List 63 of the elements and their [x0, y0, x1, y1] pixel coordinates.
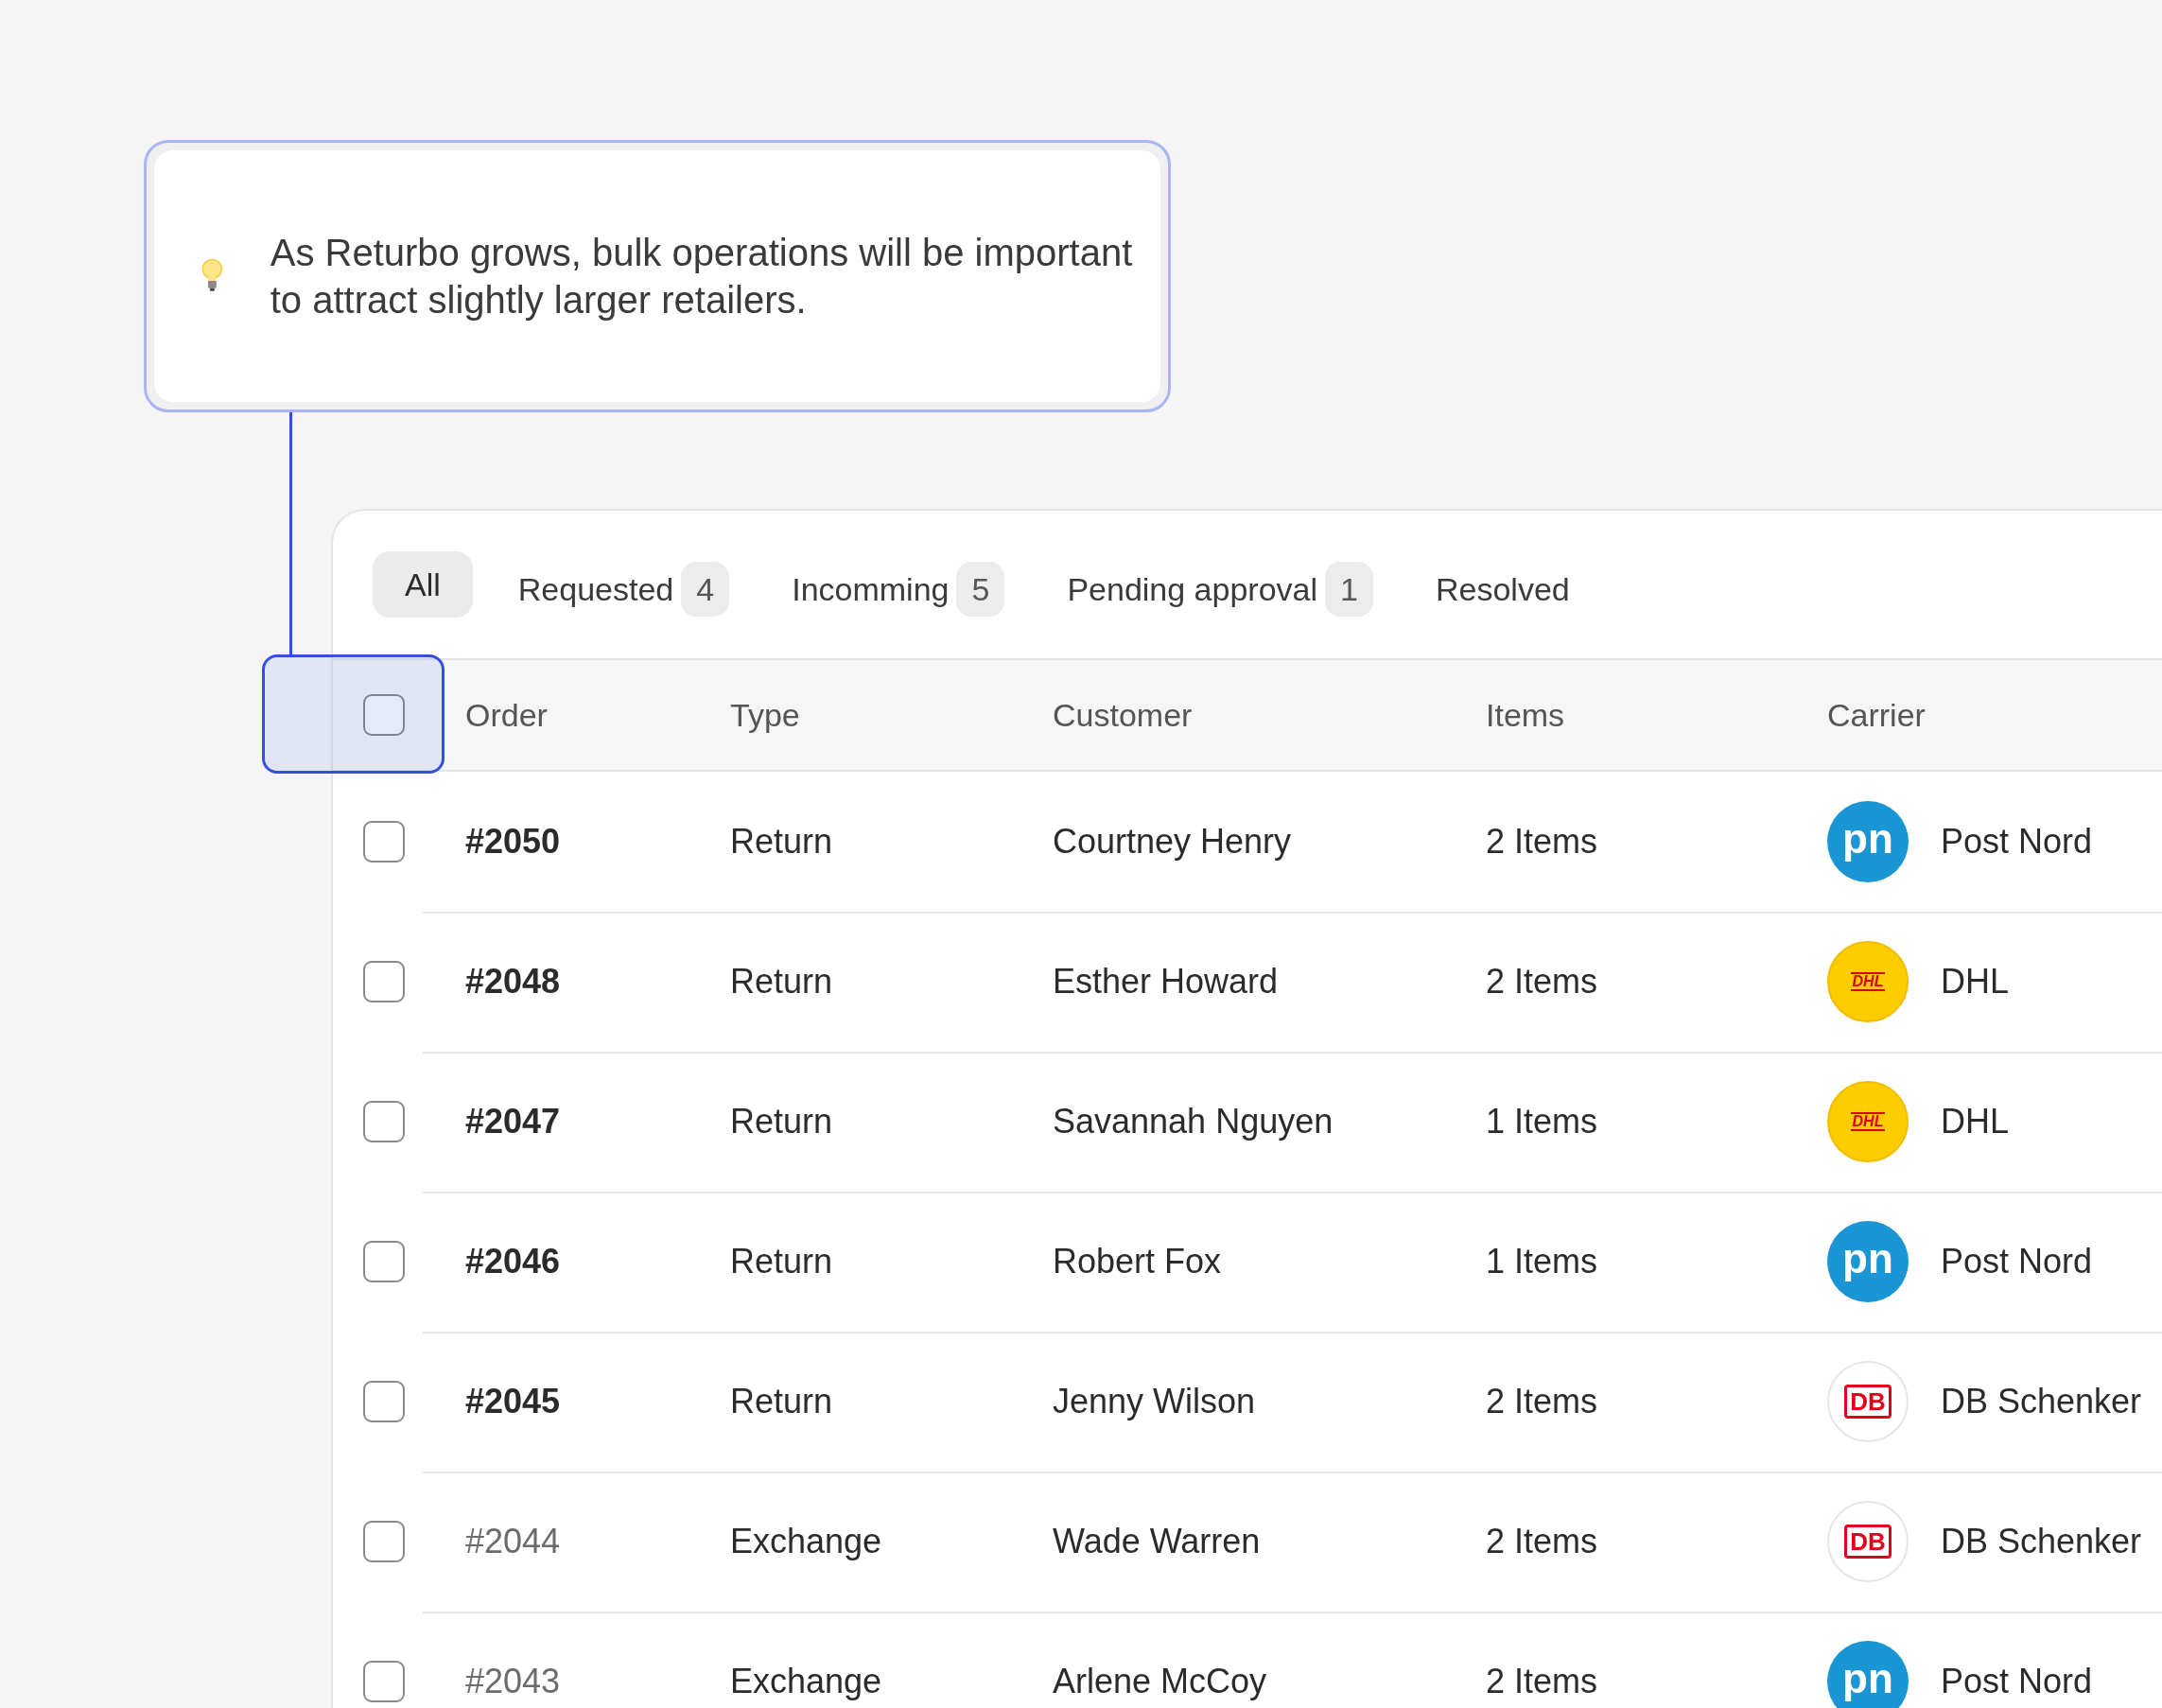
- order-number: #2043: [465, 1661, 561, 1702]
- checkbox[interactable]: [363, 961, 405, 1002]
- carrier-logo: DHL: [1827, 1081, 1909, 1162]
- carrier-name: DB Schenker: [1941, 1381, 2142, 1422]
- table-cell-text: Return: [730, 821, 833, 863]
- carrier-logo: pn: [1827, 1221, 1909, 1302]
- table-cell-text: Courtney Henry: [1053, 821, 1292, 863]
- table-cell-text: Exchange: [730, 1521, 882, 1562]
- filter-tab[interactable]: All: [373, 551, 473, 618]
- carrier-logo: DB: [1827, 1361, 1909, 1442]
- table-cell-text: Arlene McCoy: [1053, 1661, 1267, 1702]
- carrier-name: Post Nord: [1941, 1661, 2093, 1702]
- count-badge: 4: [681, 562, 730, 617]
- table-cell-text: Savannah Nguyen: [1053, 1101, 1334, 1142]
- count-badge: 1: [1325, 562, 1373, 617]
- checkbox[interactable]: [363, 1661, 405, 1702]
- filter-tab[interactable]: Incomming 5: [775, 556, 1022, 622]
- column-header: Order: [465, 695, 548, 735]
- table-cell-text: Wade Warren: [1053, 1521, 1261, 1562]
- callout-text: As Returbo grows, bulk operations will be important to attract slightly larger retailers.: [270, 231, 1134, 322]
- checkbox[interactable]: [363, 1101, 405, 1142]
- column-header: Carrier: [1827, 695, 1926, 735]
- table-cell-text: 2 Items: [1486, 821, 1598, 863]
- order-number: #2047: [465, 1101, 561, 1142]
- carrier-name: Post Nord: [1941, 1241, 2093, 1282]
- order-number: #2050: [465, 821, 561, 863]
- carrier-logo: pn: [1827, 1641, 1909, 1708]
- checkbox[interactable]: [363, 1381, 405, 1422]
- carrier-logo: pn: [1827, 801, 1909, 882]
- order-number: #2045: [465, 1381, 561, 1422]
- table-cell-text: Return: [730, 1241, 833, 1282]
- table-cell-text: 2 Items: [1486, 1661, 1598, 1702]
- table-cell-text: Return: [730, 961, 833, 1002]
- table-cell-text: 1 Items: [1486, 1101, 1598, 1142]
- table-cell-text: Robert Fox: [1053, 1241, 1222, 1282]
- order-number: #2044: [465, 1521, 561, 1562]
- table-cell-text: 2 Items: [1486, 1381, 1598, 1422]
- table-cell-text: 1 Items: [1486, 1241, 1598, 1282]
- carrier-name: DB Schenker: [1941, 1521, 2142, 1562]
- table-cell-text: Return: [730, 1381, 833, 1422]
- order-number: #2046: [465, 1241, 561, 1282]
- table-cell-text: Return: [730, 1101, 833, 1142]
- column-header: Type: [730, 695, 800, 735]
- table-cell-text: Jenny Wilson: [1053, 1381, 1256, 1422]
- carrier-logo: DHL: [1827, 941, 1909, 1022]
- carrier-name: DHL: [1941, 1101, 2010, 1142]
- checkbox[interactable]: [363, 1241, 405, 1282]
- column-header: Items: [1486, 695, 1565, 735]
- table-cell-text: Esther Howard: [1053, 961, 1279, 1002]
- carrier-logo: DB: [1827, 1501, 1909, 1582]
- table-cell-text: 2 Items: [1486, 1521, 1598, 1562]
- checkbox[interactable]: [363, 821, 405, 863]
- carrier-name: Post Nord: [1941, 821, 2093, 863]
- carrier-name: DHL: [1941, 961, 2010, 1002]
- filter-tab[interactable]: Resolved: [1418, 556, 1587, 622]
- checkbox[interactable]: [363, 1521, 405, 1562]
- column-header: Customer: [1053, 695, 1193, 735]
- count-badge: 5: [956, 562, 1005, 617]
- filter-tab[interactable]: Requested 4: [500, 556, 747, 622]
- table-cell-text: Exchange: [730, 1661, 882, 1702]
- order-number: #2048: [465, 961, 561, 1002]
- table-cell-text: 2 Items: [1486, 961, 1598, 1002]
- filter-tab[interactable]: Pending approval 1: [1050, 556, 1390, 622]
